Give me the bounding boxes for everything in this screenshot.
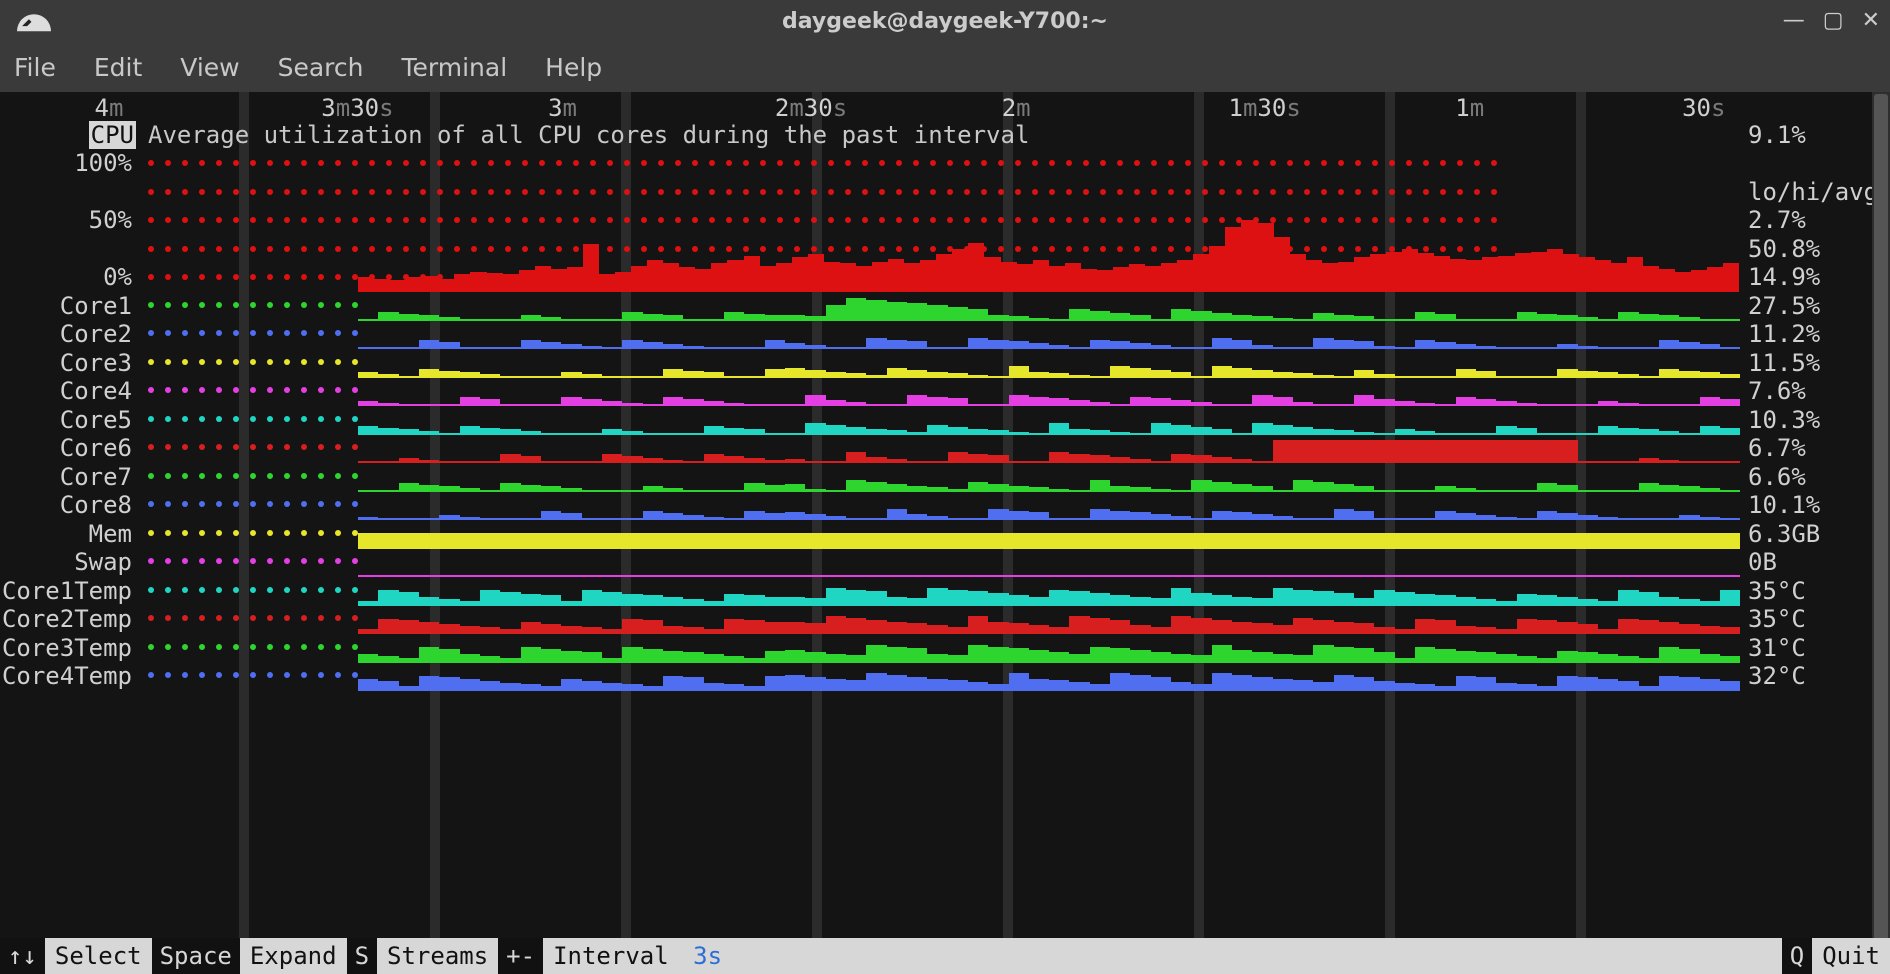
row-chart-core4temp xyxy=(148,662,1740,691)
label-quit: Quit xyxy=(1812,942,1890,970)
window-controls: — ▢ ✕ xyxy=(1783,8,1880,33)
row-label-core1temp: Core1Temp xyxy=(2,577,132,606)
scrollbar[interactable] xyxy=(1872,92,1890,938)
row-label-swap: Swap xyxy=(74,548,132,577)
row-label-core3: Core3 xyxy=(60,349,132,378)
key-streams[interactable]: S xyxy=(347,938,377,974)
window-title: daygeek@daygeek-Y700:~ xyxy=(0,9,1890,34)
row-chart-core2 xyxy=(148,320,1740,349)
cpu-stat: 14.9% xyxy=(1748,263,1820,292)
cpu-ytick: 0% xyxy=(103,263,132,292)
menu-terminal[interactable]: Terminal xyxy=(401,53,507,82)
titlebar: daygeek@daygeek-Y700:~ — ▢ ✕ xyxy=(0,0,1890,42)
row-chart-core3 xyxy=(148,349,1740,378)
terminal-window: daygeek@daygeek-Y700:~ — ▢ ✕ File Edit V… xyxy=(0,0,1890,974)
row-label-core6: Core6 xyxy=(60,434,132,463)
minimize-icon[interactable]: — xyxy=(1783,8,1805,33)
row-label-core1: Core1 xyxy=(60,292,132,321)
menu-help[interactable]: Help xyxy=(545,53,602,82)
row-chart-core8 xyxy=(148,491,1740,520)
row-label-core4temp: Core4Temp xyxy=(2,662,132,691)
row-chart-core1 xyxy=(148,292,1740,321)
menubar: File Edit View Search Terminal Help xyxy=(0,42,1890,92)
statusbar: ↑↓Select SpaceExpand SStreams +-Interval… xyxy=(0,938,1890,974)
label-expand: Expand xyxy=(240,942,347,970)
row-label-core5: Core5 xyxy=(60,406,132,435)
row-label-core7: Core7 xyxy=(60,463,132,492)
row-value-core4temp: 32°C xyxy=(1748,662,1806,691)
row-value-core3: 11.5% xyxy=(1748,349,1820,378)
interval-value: 3s xyxy=(693,942,722,970)
label-select: Select xyxy=(45,942,152,970)
row-value-core7: 6.6% xyxy=(1748,463,1806,492)
menu-file[interactable]: File xyxy=(14,53,56,82)
cpu-ytick: 50% xyxy=(89,206,132,235)
row-chart-core3temp xyxy=(148,634,1740,663)
row-value-core2: 11.2% xyxy=(1748,320,1820,349)
label-streams: Streams xyxy=(377,942,498,970)
key-expand[interactable]: Space xyxy=(152,938,240,974)
label-interval: Interval xyxy=(543,942,679,970)
row-value-core1temp: 35°C xyxy=(1748,577,1806,606)
row-label-core3temp: Core3Temp xyxy=(2,634,132,663)
row-label-core4: Core4 xyxy=(60,377,132,406)
row-chart-core7 xyxy=(148,463,1740,492)
maximize-icon[interactable]: ▢ xyxy=(1823,8,1844,33)
cpu-stat: 2.7% xyxy=(1748,206,1806,235)
close-icon[interactable]: ✕ xyxy=(1862,8,1880,33)
menu-search[interactable]: Search xyxy=(278,53,364,82)
cpu-stat: 50.8% xyxy=(1748,235,1820,264)
key-quit[interactable]: Q xyxy=(1782,938,1812,974)
row-value-core6: 6.7% xyxy=(1748,434,1806,463)
menu-view[interactable]: View xyxy=(180,53,239,82)
cpu-chart xyxy=(358,149,1740,292)
row-chart-core6 xyxy=(148,434,1740,463)
row-chart-core4 xyxy=(148,377,1740,406)
row-chart-core5 xyxy=(148,406,1740,435)
row-chart-swap xyxy=(148,548,1740,577)
row-chart-mem xyxy=(148,520,1740,549)
cpu-stat: lo/hi/avg xyxy=(1748,178,1878,207)
menu-edit[interactable]: Edit xyxy=(94,53,142,82)
terminal-body[interactable]: 4m3m30s3m2m30s2m1m30s1m30sNowCPU100%50%0… xyxy=(0,92,1890,938)
timeline-tick: 4m xyxy=(95,94,124,123)
row-value-core8: 10.1% xyxy=(1748,491,1820,520)
row-value-core2temp: 35°C xyxy=(1748,605,1806,634)
row-label-core2: Core2 xyxy=(60,320,132,349)
row-value-core1: 27.5% xyxy=(1748,292,1820,321)
cpu-value: 9.1% xyxy=(1748,121,1806,150)
row-value-core3temp: 31°C xyxy=(1748,634,1806,663)
key-interval[interactable]: +- xyxy=(498,938,543,974)
row-chart-core2temp xyxy=(148,605,1740,634)
row-chart-core1temp xyxy=(148,577,1740,606)
row-value-core4: 7.6% xyxy=(1748,377,1806,406)
cpu-description: Average utilization of all CPU cores dur… xyxy=(148,121,1029,150)
row-label-mem: Mem xyxy=(89,520,132,549)
row-value-core5: 10.3% xyxy=(1748,406,1820,435)
cpu-label: CPU xyxy=(89,121,136,150)
key-select[interactable]: ↑↓ xyxy=(0,938,45,974)
scrollbar-thumb[interactable] xyxy=(1874,94,1888,940)
terminal-icon xyxy=(14,6,54,36)
cpu-ytick: 100% xyxy=(74,149,132,178)
row-value-swap: 0B xyxy=(1748,548,1777,577)
row-label-core8: Core8 xyxy=(60,491,132,520)
row-value-mem: 6.3GB xyxy=(1748,520,1820,549)
row-label-core2temp: Core2Temp xyxy=(2,605,132,634)
